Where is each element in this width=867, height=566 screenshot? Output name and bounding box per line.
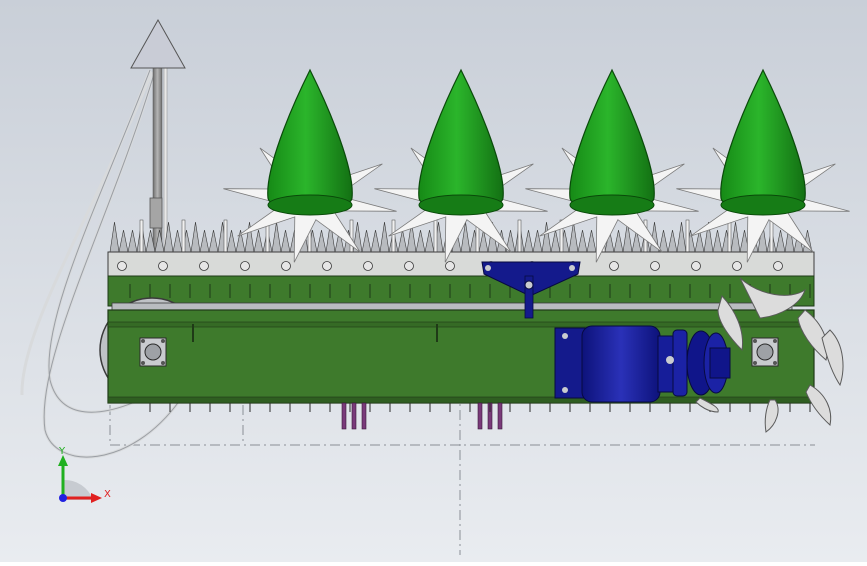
strip-bolt (445, 261, 455, 271)
strip-bolt (199, 261, 209, 271)
upper-bolt-strip (107, 251, 815, 277)
cone-base (569, 194, 655, 216)
tooth-pin (727, 219, 732, 253)
strip-bolt (281, 261, 291, 271)
tooth-pin (139, 219, 144, 253)
strip-bolt (609, 261, 619, 271)
strip-bolt (240, 261, 250, 271)
lower-frame-top-lip (107, 321, 815, 328)
strip-bolt (322, 261, 332, 271)
cad-viewport[interactable]: Y X (0, 0, 867, 562)
tooth-pin (181, 219, 186, 253)
right-bearing-block (751, 337, 779, 367)
tooth-pin (517, 219, 522, 253)
tooth-pin (433, 219, 438, 253)
upper-frame-panel (107, 275, 815, 307)
cone-base (720, 194, 806, 216)
strip-bolt (363, 261, 373, 271)
tooth-pin (769, 219, 774, 253)
tooth-pin (223, 219, 228, 253)
mast-collar (149, 197, 163, 229)
cone-base (267, 194, 353, 216)
tooth-pin (349, 219, 354, 253)
left-bearing-block (139, 337, 167, 367)
triad-y-label: Y (58, 446, 66, 457)
tooth-pin (685, 219, 690, 253)
strip-bolt (773, 261, 783, 271)
gear-motor (554, 325, 731, 403)
drive-shaft (111, 302, 793, 311)
strip-bolt (650, 261, 660, 271)
strip-bolt (158, 261, 168, 271)
harvester-header-drawing: Y X (0, 0, 867, 562)
cone-base (418, 194, 504, 216)
strip-bolt (404, 261, 414, 271)
triad-x-label: X (104, 489, 111, 500)
strip-bolt (117, 261, 127, 271)
tooth-pin (391, 219, 396, 253)
strip-bolt (732, 261, 742, 271)
strip-bolt (691, 261, 701, 271)
